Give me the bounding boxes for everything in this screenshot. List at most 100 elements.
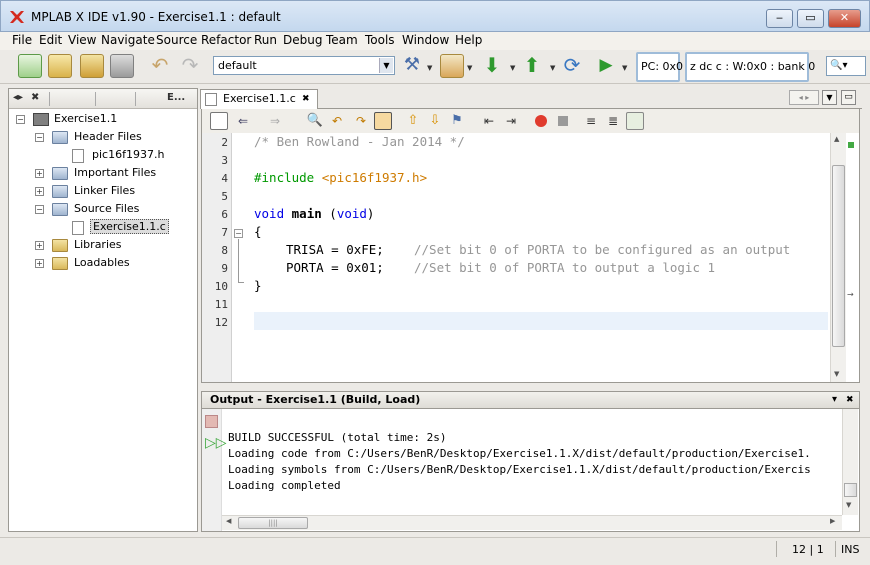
collapse-icon[interactable]: − [35,205,44,214]
tab-exercise-c[interactable]: Exercise1.1.c ✖ [200,89,318,109]
output-vertical-scrollbar[interactable]: ▼ [842,409,858,515]
rerun-icon[interactable]: ▷▷ [205,435,227,451]
new-project-icon[interactable] [48,54,72,78]
chevron-down-icon[interactable]: ▼ [467,64,472,72]
tree-linker-files[interactable]: Linker Files [74,184,135,197]
expand-icon[interactable]: + [35,169,44,178]
menu-debug[interactable]: Debug [283,33,322,47]
menu-refactor[interactable]: Refactor [201,33,251,47]
caret-marker-icon: → [847,290,854,299]
configuration-select[interactable]: default ▼ [213,56,395,75]
scrollbar-thumb[interactable] [832,165,845,347]
tree-libraries[interactable]: Libraries [74,238,122,251]
editor-vertical-scrollbar[interactable]: ▲ ▼ [830,133,846,382]
toggle-bookmark-icon[interactable]: ⚑ [448,112,466,130]
save-all-icon[interactable] [110,54,134,78]
stop-macro-icon[interactable] [554,112,572,130]
tree-source-file[interactable]: Exercise1.1.c [90,219,169,234]
error-stripe-ok-icon [848,142,854,148]
tree-source-files[interactable]: Source Files [74,202,139,215]
maximize-button[interactable]: ▭ [797,9,824,28]
menu-view[interactable]: View [68,33,96,47]
close-icon[interactable]: ✖ [846,392,854,408]
record-macro-icon[interactable] [532,112,550,130]
build-hammer-icon[interactable]: ⚒ [400,54,424,78]
expand-icon[interactable]: + [35,187,44,196]
tab-scroll-arrows-icon[interactable]: ◂ ▸ [789,90,819,105]
output-horizontal-scrollbar[interactable]: ◀ |||| ▶ [222,515,842,530]
menu-tools[interactable]: Tools [365,33,395,47]
debug-run-icon[interactable]: ▶ [594,54,618,78]
open-project-icon[interactable] [80,54,104,78]
find-next-icon[interactable]: ↷ [352,112,370,130]
chevron-down-icon[interactable]: ▼ [822,90,837,105]
tree-header-files[interactable]: Header Files [74,130,142,143]
expand-icon[interactable]: + [35,259,44,268]
back-icon[interactable]: ⇐ [234,112,252,130]
shift-left-icon[interactable]: ⇤ [480,112,498,130]
folder-icon [52,167,68,180]
find-previous-icon[interactable]: ↶ [328,112,346,130]
tree-loadables[interactable]: Loadables [74,256,130,269]
diff-icon[interactable] [626,112,644,130]
maximize-icon[interactable]: ▭ [841,90,856,105]
search-input[interactable]: 🔍▾ [826,56,866,76]
tab-dashboard[interactable]: E... [167,92,185,103]
find-icon[interactable]: 🔍 [306,112,324,130]
menu-team[interactable]: Team [326,33,358,47]
scrollbar-thumb[interactable]: |||| [238,517,308,529]
history-icon[interactable] [210,112,228,130]
tab-files[interactable] [95,92,131,106]
output-title: Output - Exercise1.1 (Build, Load) [210,393,421,406]
menu-edit[interactable]: Edit [39,33,62,47]
menu-file[interactable]: File [12,33,32,47]
scroll-up-icon[interactable]: ▲ [834,135,839,143]
tree-important-files[interactable]: Important Files [74,166,156,179]
scrollbar-thumb[interactable] [844,483,857,497]
code-line-8-comment: //Set bit 0 of PORTA to be configured as… [414,242,791,257]
download-icon[interactable]: ⬇ [480,54,504,78]
menu-window[interactable]: Window [402,33,449,47]
menu-help[interactable]: Help [455,33,482,47]
menu-navigate[interactable]: Navigate [101,33,155,47]
scroll-right-icon[interactable]: ▶ [830,517,835,525]
minimize-button[interactable]: ‒ [766,9,793,28]
expand-icon[interactable]: + [35,241,44,250]
tree-project[interactable]: Exercise1.1 [54,112,117,125]
editor-tab-label: Exercise1.1.c [223,92,296,105]
shift-right-icon[interactable]: ⇥ [502,112,520,130]
fold-collapse-icon[interactable]: − [234,229,243,238]
reset-icon[interactable]: ⟳ [560,54,584,78]
close-button[interactable]: ✕ [828,9,861,28]
tab-classes[interactable] [135,92,165,106]
scroll-down-icon[interactable]: ▼ [846,501,851,509]
chevron-down-icon[interactable]: ▼ [622,64,627,72]
undo-icon[interactable]: ↶ [148,54,172,78]
clean-build-icon[interactable] [440,54,464,78]
forward-icon[interactable]: ⇒ [266,112,284,130]
tree-header-file[interactable]: pic16f1937.h [92,148,164,161]
scroll-left-icon[interactable]: ◀ [226,517,231,525]
tab-scroll-left-icon[interactable]: ◂▸ [13,92,23,103]
chevron-down-icon[interactable]: ▼ [510,64,515,72]
toggle-highlight-icon[interactable] [374,112,392,130]
collapse-icon[interactable]: − [16,115,25,124]
tab-projects[interactable] [49,92,89,106]
upload-icon[interactable]: ⬆ [520,54,544,78]
chevron-down-icon[interactable]: ▼ [427,64,432,72]
close-icon[interactable]: ✖ [302,90,310,108]
close-icon[interactable]: ✖ [31,92,39,103]
previous-bookmark-icon[interactable]: ⇧ [404,112,422,130]
menu-run[interactable]: Run [254,33,277,47]
stop-icon[interactable] [205,415,218,428]
chevron-down-icon[interactable]: ▼ [550,64,555,72]
output-menu-icon[interactable]: ▾ [832,392,837,408]
scroll-down-icon[interactable]: ▼ [834,370,839,378]
new-file-icon[interactable] [18,54,42,78]
next-bookmark-icon[interactable]: ⇩ [426,112,444,130]
collapse-icon[interactable]: − [35,133,44,142]
menu-source[interactable]: Source [156,33,197,47]
redo-icon[interactable]: ↷ [178,54,202,78]
comment-icon[interactable]: ≡ [582,112,600,130]
uncomment-icon[interactable]: ≣ [604,112,622,130]
